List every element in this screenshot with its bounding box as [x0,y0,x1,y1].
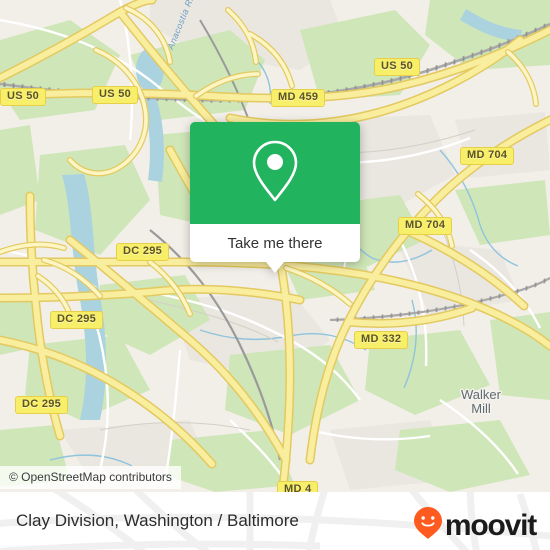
road-shield-us-50-west[interactable]: US 50 [0,88,47,106]
road-shield-dc-295-mid[interactable]: DC 295 [50,311,104,329]
road-shield-md-704-south[interactable]: MD 704 [398,217,453,235]
callout-tail-pointer [266,262,284,273]
map-pin-icon [249,138,301,209]
moovit-wordmark: moovit [444,508,537,542]
road-shield-us-50-east[interactable]: US 50 [374,58,421,76]
destination-callout-card[interactable]: Take me there [190,122,360,273]
take-me-there-label: Take me there [227,234,323,252]
osm-attribution[interactable]: © OpenStreetMap contributors [0,466,181,489]
road-shield-dc-295-north[interactable]: DC 295 [116,243,170,261]
road-shield-md-459[interactable]: MD 459 [271,89,326,107]
callout-footer[interactable]: Take me there [190,224,360,273]
road-shield-us-50-mid[interactable]: US 50 [92,86,139,104]
road-shield-md-4[interactable]: MD 4 [277,481,319,492]
moovit-map-screen: Anacostia River Walker Mill US 50 US 50 … [0,0,550,550]
road-shield-md-704-north[interactable]: MD 704 [460,147,515,165]
road-shield-dc-295-south[interactable]: DC 295 [15,396,69,414]
moovit-pin-icon [413,506,443,545]
callout-header [190,122,360,224]
road-shield-md-332[interactable]: MD 332 [354,331,409,349]
footer-bar: Clay Division, Washington / Baltimore mo… [0,492,550,550]
footer-location-title: Clay Division, Washington / Baltimore [16,511,299,530]
moovit-logo[interactable]: moovit [413,506,537,545]
